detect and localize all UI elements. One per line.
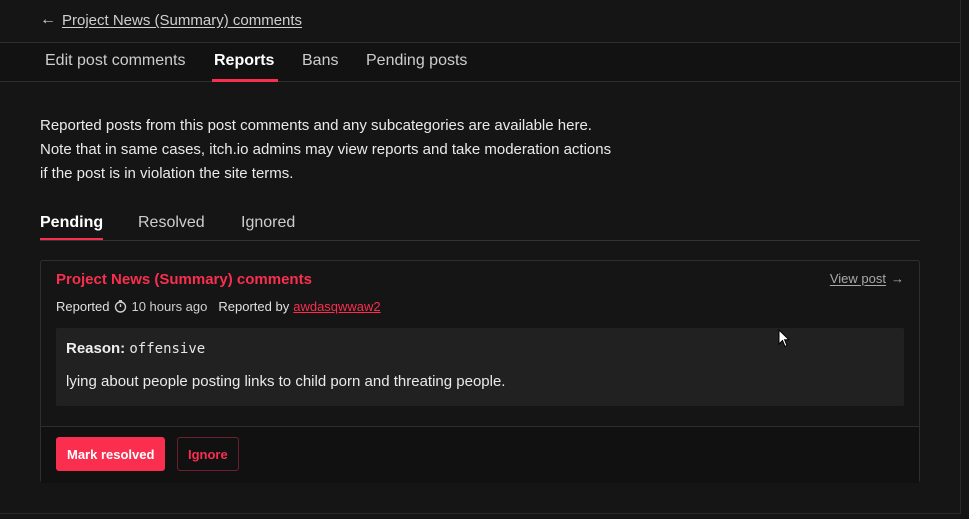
tab-bans[interactable]: Bans — [302, 52, 338, 70]
subtab-pending[interactable]: Pending — [40, 214, 104, 240]
back-arrow-icon: ← — [40, 11, 56, 28]
description: Reported posts from this post comments a… — [40, 114, 680, 186]
reporter-link[interactable]: awdasqwwaw2 — [293, 299, 380, 314]
reason-label: Reason: — [66, 340, 126, 357]
ignore-button[interactable]: Ignore — [177, 437, 239, 471]
back-link-label: Project News (Summary) comments — [62, 11, 303, 29]
report-time: 10 hours ago — [131, 299, 208, 314]
reported-by-label: Reported by — [218, 299, 290, 314]
view-post-label: View post — [829, 271, 886, 286]
tab-pending-posts[interactable]: Pending posts — [366, 52, 467, 70]
view-post-link[interactable]: View post → — [830, 271, 904, 286]
reason-text: lying about people posting links to chil… — [66, 373, 506, 390]
clock-icon — [114, 300, 127, 313]
mouse-cursor-icon — [778, 328, 791, 353]
subtab-ignored[interactable]: Ignored — [241, 214, 295, 232]
top-bar: ← Project News (Summary) comments — [0, 0, 960, 43]
report-actions: Mark resolved Ignore — [41, 426, 919, 483]
subtab-resolved[interactable]: Resolved — [138, 214, 205, 232]
report-card: Project News (Summary) comments View pos… — [40, 260, 920, 483]
reason-box: Reason: offensive lying about people pos… — [56, 328, 904, 406]
moderation-panel: ← Project News (Summary) comments Edit p… — [0, 0, 961, 514]
description-line-2: Note that in same cases, itch.io admins … — [40, 141, 612, 158]
tab-bar: Edit post comments Reports Bans Pending … — [0, 43, 960, 82]
reported-label: Reported — [56, 299, 110, 314]
description-line-3: if the post is in violation the site ter… — [40, 165, 294, 182]
reason-code: offensive — [129, 341, 206, 357]
back-link[interactable]: ← Project News (Summary) comments — [40, 11, 302, 29]
tab-edit-post-comments[interactable]: Edit post comments — [45, 52, 186, 70]
reason-line: Reason: offensive — [66, 340, 205, 357]
report-title: Project News (Summary) comments — [56, 271, 312, 288]
report-filter-tabs: Pending Resolved Ignored — [40, 212, 920, 241]
description-line-1: Reported posts from this post comments a… — [40, 117, 592, 134]
tab-reports[interactable]: Reports — [211, 52, 279, 82]
mark-resolved-button[interactable]: Mark resolved — [56, 437, 166, 471]
arrow-right-icon: → — [891, 271, 904, 286]
report-meta: Reported 10 hours ago Reported by awdasq… — [56, 299, 381, 314]
